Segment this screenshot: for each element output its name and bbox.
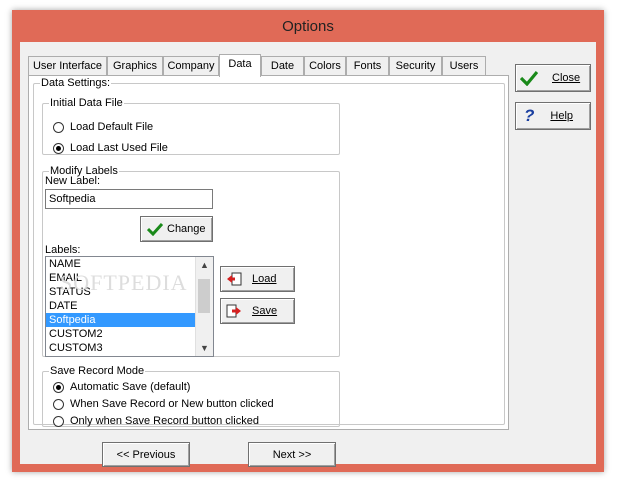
list-item[interactable]: CUSTOM3 — [46, 341, 213, 355]
close-button-label: Close — [552, 72, 581, 84]
checkmark-icon — [147, 222, 163, 236]
scroll-up-icon[interactable]: ▲ — [196, 257, 213, 273]
help-button[interactable]: ? Help — [515, 102, 591, 130]
save-record-mode-group: Save Record Mode Automatic Save (default… — [42, 365, 340, 427]
labels-caption: Labels: — [45, 244, 81, 256]
tab-security[interactable]: Security — [389, 56, 442, 75]
tab-data[interactable]: Data — [219, 54, 261, 77]
change-button-label: Change — [167, 223, 206, 235]
watermark: SOFTPEDIA — [60, 270, 188, 295]
radio-indicator-selected — [53, 381, 64, 393]
tab-users[interactable]: Users — [442, 56, 486, 75]
radio-when-save-or-new[interactable]: When Save Record or New button clicked — [53, 396, 274, 412]
question-mark-icon: ? — [524, 106, 535, 125]
radio-load-default-file[interactable]: Load Default File — [53, 119, 153, 135]
list-item-selected[interactable]: Softpedia — [46, 313, 213, 327]
next-button[interactable]: Next >> — [248, 442, 336, 467]
radio-label: Only when Save Record button clicked — [70, 415, 259, 427]
next-button-label: Next >> — [272, 448, 312, 461]
scroll-thumb[interactable] — [198, 279, 210, 313]
radio-load-last-used-file[interactable]: Load Last Used File — [53, 140, 168, 156]
save-file-icon — [226, 303, 242, 319]
save-button-label: Save — [252, 305, 278, 317]
data-settings-group: Data Settings: Initial Data File Load De… — [33, 77, 505, 427]
radio-indicator — [53, 121, 64, 133]
initial-data-file-group: Initial Data File Load Default File Load… — [42, 97, 340, 155]
radio-label: Load Default File — [70, 121, 154, 133]
tab-date[interactable]: Date — [261, 56, 304, 75]
radio-indicator — [53, 398, 64, 410]
previous-button[interactable]: << Previous — [102, 442, 190, 467]
load-file-icon — [226, 271, 242, 287]
tab-fonts[interactable]: Fonts — [346, 56, 389, 75]
radio-only-save-record[interactable]: Only when Save Record button clicked — [53, 413, 259, 429]
new-label-caption: New Label: — [45, 175, 101, 187]
previous-button-label: << Previous — [116, 448, 176, 461]
save-label-button[interactable]: Save — [220, 298, 295, 324]
radio-automatic-save[interactable]: Automatic Save (default) — [53, 379, 190, 395]
load-button-label: Load — [252, 273, 277, 285]
list-item[interactable]: DATE — [46, 299, 213, 313]
change-button[interactable]: Change — [140, 216, 213, 242]
tab-colors[interactable]: Colors — [304, 56, 346, 75]
load-label-button[interactable]: Load — [220, 266, 295, 292]
tab-company[interactable]: Company — [163, 56, 219, 75]
tab-graphics[interactable]: Graphics — [107, 56, 163, 75]
list-item[interactable]: NAME — [46, 257, 213, 271]
radio-label: Load Last Used File — [70, 142, 168, 154]
initial-data-file-legend: Initial Data File — [50, 97, 123, 109]
radio-indicator — [53, 415, 64, 427]
checkmark-icon — [520, 70, 538, 86]
help-button-label: Help — [550, 110, 574, 122]
modify-labels-group: Modify Labels New Label: Change Labels: … — [42, 165, 340, 357]
list-item[interactable]: CUSTOM2 — [46, 327, 213, 341]
dialog-client: User Interface Graphics Company Data Dat… — [20, 42, 596, 467]
options-window: Options User Interface Graphics Company … — [12, 10, 604, 472]
labels-scrollbar[interactable]: ▲ ▼ — [195, 257, 213, 356]
radio-indicator-selected — [53, 142, 64, 154]
new-label-input[interactable] — [45, 189, 213, 209]
radio-label: When Save Record or New button clicked — [70, 398, 274, 410]
data-tab-panel: Data Settings: Initial Data File Load De… — [28, 75, 509, 430]
close-button[interactable]: Close — [515, 64, 591, 92]
radio-label: Automatic Save (default) — [70, 381, 191, 393]
scroll-down-icon[interactable]: ▼ — [196, 340, 213, 356]
data-settings-legend: Data Settings: — [41, 77, 111, 89]
tab-user-interface[interactable]: User Interface — [28, 56, 107, 75]
save-record-mode-legend: Save Record Mode — [50, 365, 145, 377]
window-title: Options — [282, 18, 334, 35]
